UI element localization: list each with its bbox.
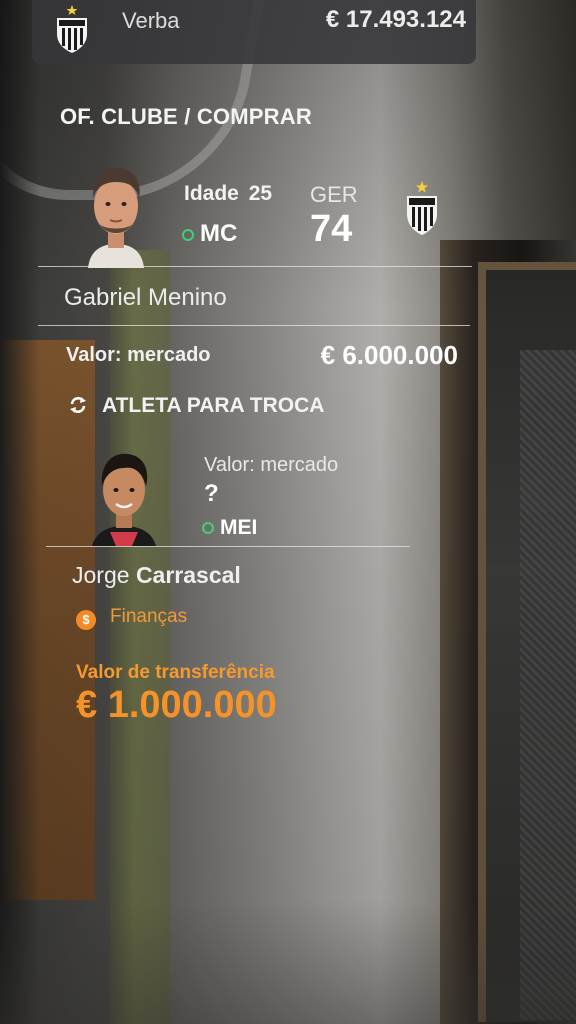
finance-icon: $ [76, 610, 96, 630]
exchange-last-name: Carrascal [135, 562, 241, 588]
position-dot-icon [182, 228, 194, 241]
transfer-value: € 1.000.000 [76, 684, 277, 726]
club-crest-icon [57, 5, 87, 53]
exchange-first-name: Jorge [72, 562, 130, 588]
market-value-label: Valor: mercado [66, 344, 211, 366]
divider [38, 325, 470, 326]
budget-label: Verba [122, 8, 180, 33]
player-photo-gabriel-menino [80, 158, 152, 268]
swap-icon [70, 397, 86, 413]
exchange-market-value-label: Valor: mercado [204, 454, 339, 476]
transfer-value-label: Valor de transferência [76, 662, 275, 683]
divider [38, 266, 472, 267]
player-age: Idade 25 [184, 182, 272, 206]
exchange-label: ATLETA PARA TROCA [102, 394, 325, 417]
finance-label: Finanças [110, 606, 188, 627]
player-photo-jorge-carrascal [88, 446, 160, 546]
budget-bar: Verba € 17.493.124 [32, 0, 476, 64]
divider [46, 546, 410, 547]
exchange-athlete-button[interactable]: ATLETA PARA TROCA [68, 394, 324, 418]
player-position: MC [182, 220, 237, 248]
budget-value: € 17.493.124 [325, 6, 466, 33]
exchange-player-name: Jorge Carrascal [72, 562, 241, 589]
rating-value: 74 [310, 208, 353, 250]
age-label: Idade [184, 182, 239, 205]
exchange-market-value: ? [204, 480, 219, 507]
exchange-player-position: MEI [202, 516, 257, 540]
player-name: Gabriel Menino [64, 284, 227, 311]
position-dot-icon [202, 522, 214, 535]
page-title: OF. CLUBE / COMPRAR [60, 104, 312, 129]
rating-label: GER [310, 182, 358, 207]
background-vignette [0, 0, 576, 1024]
position-label: MC [200, 220, 238, 247]
finance-button[interactable]: $ Finanças [76, 606, 187, 630]
player-club-crest-icon [407, 181, 437, 235]
age-value: 25 [248, 182, 273, 205]
market-value: € 6.000.000 [320, 340, 458, 370]
exchange-position-label: MEI [220, 516, 258, 539]
